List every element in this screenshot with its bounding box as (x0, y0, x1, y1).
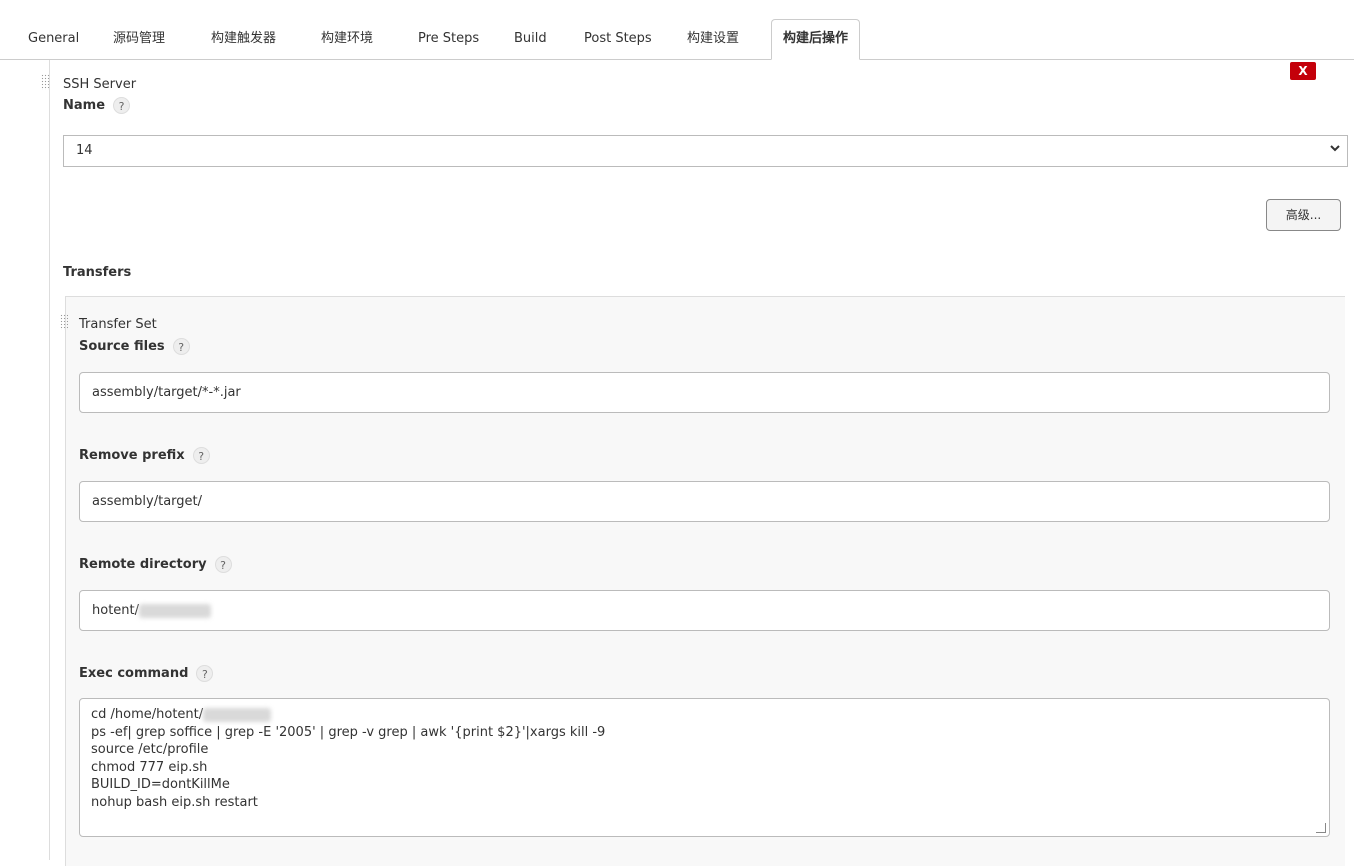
tab-build-settings[interactable]: 构建设置 (687, 19, 739, 59)
redacted-text (139, 603, 212, 618)
name-select-value: 14 (76, 143, 93, 158)
transfer-set-title: Transfer Set (79, 317, 157, 332)
tab-post-steps[interactable]: Post Steps (584, 19, 652, 59)
redacted-text (203, 707, 272, 722)
name-label-text: Name (63, 98, 106, 113)
source-files-input[interactable]: assembly/target/*-*.jar (79, 372, 1330, 413)
tab-bar: General 源码管理 构建触发器 构建环境 Pre Steps Build … (0, 19, 1354, 60)
help-icon[interactable]: ? (172, 338, 190, 355)
tab-post-build-actions[interactable]: 构建后操作 (771, 19, 861, 60)
delete-button[interactable]: X (1290, 62, 1316, 80)
exec-command-lines: cd /home/hotent/ ps -ef| grep soffice | … (91, 706, 605, 812)
tab-build-triggers[interactable]: 构建触发器 (211, 19, 276, 59)
remove-prefix-input[interactable]: assembly/target/ (79, 481, 1330, 522)
exec-line: ps -ef| grep soffice | grep -E '2005' | … (91, 724, 606, 740)
exec-line: source /etc/profile (91, 742, 209, 758)
name-label: Name? (63, 97, 131, 114)
ssh-server-title: SSH Server (63, 77, 137, 92)
tab-pre-steps[interactable]: Pre Steps (418, 19, 479, 59)
section-rail (49, 60, 50, 860)
tab-build[interactable]: Build (514, 19, 547, 59)
help-icon[interactable]: ? (192, 447, 210, 464)
remote-directory-label-text: Remote directory (79, 557, 207, 572)
exec-line: chmod 777 eip.sh (91, 759, 208, 775)
source-files-label: Source files? (79, 338, 190, 355)
exec-line-text: cd /home/hotent/ (91, 707, 204, 722)
exec-command-label: Exec command? (79, 665, 214, 682)
exec-line: BUILD_ID=dontKillMe (91, 777, 230, 793)
remote-directory-value-wrap: hotent/ (92, 603, 212, 618)
remove-prefix-label-text: Remove prefix (79, 448, 185, 463)
tab-source-control[interactable]: 源码管理 (113, 19, 165, 59)
exec-command-label-text: Exec command (79, 666, 189, 681)
help-icon[interactable]: ? (113, 97, 131, 114)
resize-grip-icon[interactable] (1316, 823, 1326, 833)
source-files-label-text: Source files (79, 339, 165, 354)
advanced-button[interactable]: 高级... (1266, 199, 1341, 231)
name-select[interactable]: 14 (63, 135, 1348, 167)
help-icon[interactable]: ? (196, 665, 214, 682)
transfers-label: Transfers (63, 265, 132, 280)
chevron-down-icon (1329, 142, 1341, 157)
drag-handle-icon[interactable] (60, 314, 68, 330)
tab-general[interactable]: General (28, 19, 79, 59)
remove-prefix-label: Remove prefix? (79, 447, 210, 464)
help-icon[interactable]: ? (214, 556, 232, 573)
remote-directory-value: hotent/ (92, 603, 140, 618)
exec-command-textarea[interactable]: cd /home/hotent/ ps -ef| grep soffice | … (79, 698, 1330, 837)
drag-handle-icon[interactable] (41, 74, 49, 90)
remove-prefix-value: assembly/target/ (92, 494, 203, 509)
remote-directory-input[interactable]: hotent/ (79, 590, 1330, 631)
exec-line: cd /home/hotent/ (91, 706, 605, 724)
source-files-value: assembly/target/*-*.jar (92, 385, 241, 400)
remote-directory-label: Remote directory? (79, 556, 232, 573)
tab-build-environment[interactable]: 构建环境 (321, 19, 373, 59)
exec-line: nohup bash eip.sh restart (91, 794, 258, 810)
